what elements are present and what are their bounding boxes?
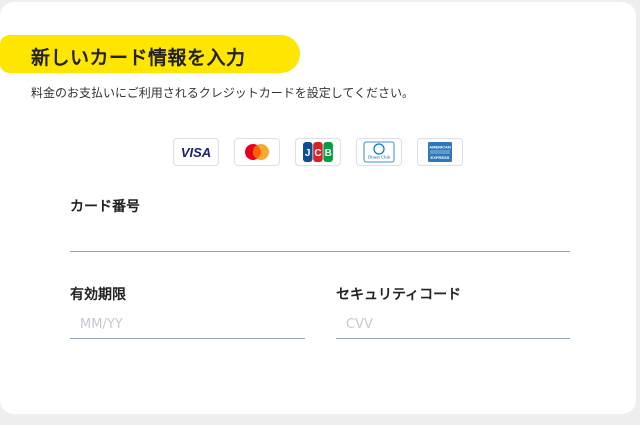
cvv-input[interactable] bbox=[336, 311, 570, 339]
svg-text:VISA: VISA bbox=[181, 145, 211, 159]
card-number-label: カード番号 bbox=[70, 199, 140, 215]
svg-text:C: C bbox=[314, 148, 321, 159]
expiry-label: 有効期限 bbox=[70, 287, 126, 303]
card-number-input[interactable] bbox=[70, 224, 570, 252]
card-info-panel: 新しいカード情報を入力 料金のお支払いにご利用されるクレジットカードを設定してく… bbox=[0, 2, 636, 414]
page-subtitle: 料金のお支払いにご利用されるクレジットカードを設定してください。 bbox=[31, 86, 415, 100]
svg-text:J: J bbox=[305, 148, 311, 159]
svg-text:Diners Club: Diners Club bbox=[368, 155, 391, 160]
expiry-input[interactable] bbox=[70, 311, 305, 339]
diners-club-icon: Diners Club bbox=[356, 138, 402, 166]
card-brand-list: VISA J C B Diners Club AMERICAN EXPRESS bbox=[173, 138, 463, 166]
jcb-icon: J C B bbox=[295, 138, 341, 166]
cvv-label: セキュリティコード bbox=[336, 287, 462, 303]
svg-text:AMERICAN: AMERICAN bbox=[429, 145, 451, 150]
page-title: 新しいカード情報を入力 bbox=[31, 47, 246, 69]
svg-text:B: B bbox=[325, 148, 332, 159]
mastercard-icon bbox=[234, 138, 280, 166]
amex-icon: AMERICAN EXPRESS bbox=[417, 138, 463, 166]
visa-icon: VISA bbox=[173, 138, 219, 166]
svg-text:EXPRESS: EXPRESS bbox=[431, 155, 450, 160]
